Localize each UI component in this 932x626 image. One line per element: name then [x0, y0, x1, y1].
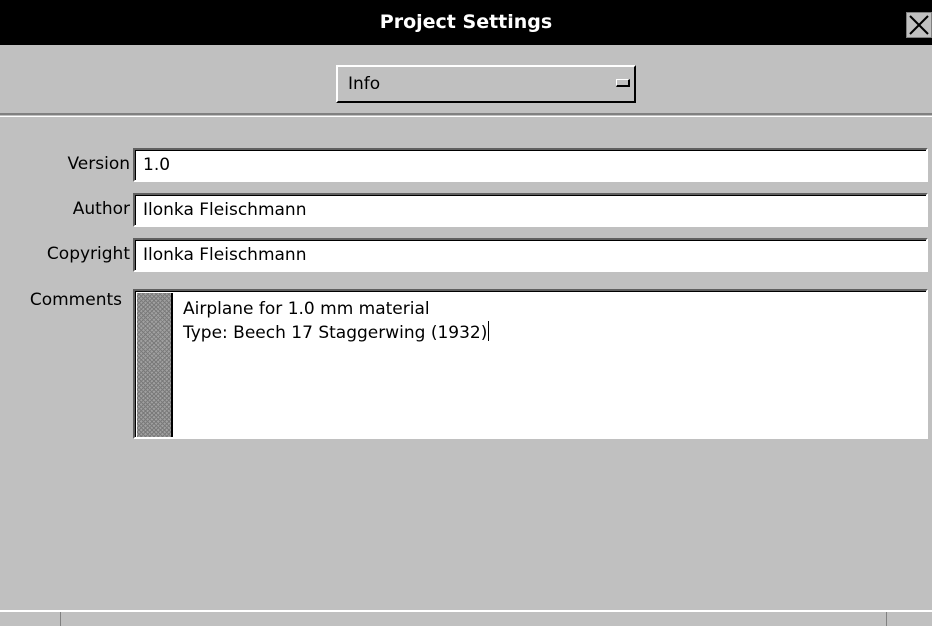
status-bar [0, 610, 932, 626]
text-caret [488, 321, 490, 341]
close-icon [909, 15, 929, 35]
toolbar: Info [0, 45, 932, 115]
author-label: Author [72, 199, 130, 219]
comment-line-1: Airplane for 1.0 mm material [183, 299, 430, 319]
window-title: Project Settings [379, 11, 553, 33]
page-selector[interactable]: Info [336, 65, 636, 103]
comments-gutter [137, 293, 173, 437]
comments-textarea[interactable]: Airplane for 1.0 mm material Type: Beech… [133, 289, 928, 439]
comments-text: Airplane for 1.0 mm material Type: Beech… [183, 297, 490, 345]
toolbar-separator [0, 116, 932, 117]
option-menu-indicator-icon [616, 79, 630, 87]
comment-line-2: Type: Beech 17 Staggerwing (1932) [183, 321, 490, 345]
page-selector-value: Info [348, 74, 381, 94]
author-field[interactable]: Ilonka Fleischmann [133, 193, 928, 227]
version-label: Version [67, 154, 130, 174]
comments-label: Comments [29, 290, 122, 310]
copyright-label: Copyright [46, 244, 130, 264]
comment-line-2-text: Type: Beech 17 Staggerwing (1932) [183, 323, 488, 343]
version-field[interactable]: 1.0 [133, 148, 928, 182]
close-button[interactable] [906, 12, 932, 38]
copyright-field[interactable]: Ilonka Fleischmann [133, 238, 928, 272]
title-bar: Project Settings [0, 0, 932, 45]
